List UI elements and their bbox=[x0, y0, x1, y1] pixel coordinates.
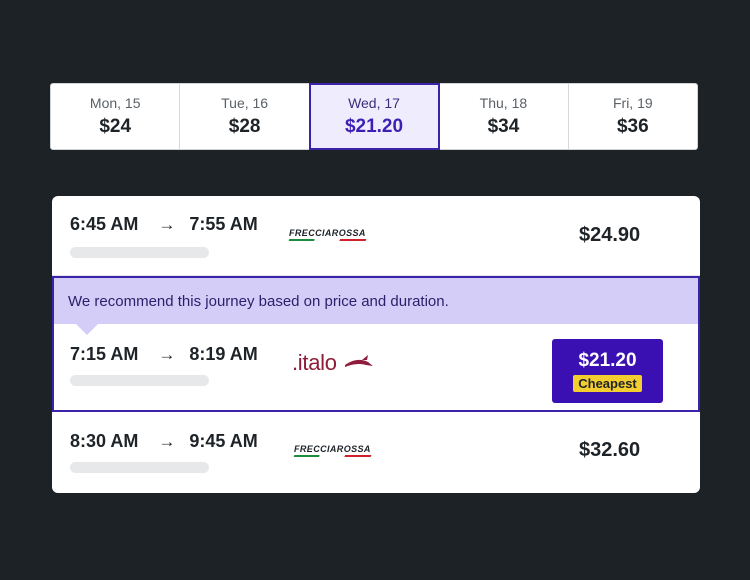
operator-name: FRECCIAROSSA bbox=[289, 228, 366, 238]
journey-times: 6:45 AM → 7:55 AM bbox=[70, 214, 258, 235]
depart-time: 8:30 AM bbox=[70, 431, 139, 451]
journey-price: $32.60 bbox=[579, 439, 641, 461]
arrow-right-icon: → bbox=[158, 214, 176, 234]
operator-name: .italo bbox=[292, 350, 337, 375]
skeleton-bar bbox=[70, 247, 209, 258]
date-price: $28 bbox=[228, 116, 261, 137]
date-tab-thu-18[interactable]: Thu, 18 $34 bbox=[439, 84, 569, 149]
date-price: $21.20 bbox=[344, 116, 404, 137]
date-label: Tue, 16 bbox=[221, 95, 269, 111]
italo-logo: .italo bbox=[292, 350, 373, 376]
date-label: Mon, 15 bbox=[89, 95, 141, 111]
banner-pointer bbox=[76, 324, 98, 335]
italo-hare-icon bbox=[345, 355, 373, 367]
operator-name: FRECCIAROSSA bbox=[294, 444, 371, 454]
date-label: Fri, 19 bbox=[612, 95, 653, 111]
journey-row[interactable]: 8:30 AM → 9:45 AM FRECCIAROSSA $32.60 bbox=[52, 411, 700, 493]
cheapest-badge: Cheapest bbox=[573, 375, 642, 392]
date-price: $24 bbox=[99, 116, 132, 137]
recommendation-banner: We recommend this journey based on price… bbox=[54, 278, 698, 324]
date-price: $36 bbox=[616, 116, 649, 137]
depart-time: 6:45 AM bbox=[70, 214, 139, 234]
depart-time: 7:15 AM bbox=[70, 344, 139, 364]
date-tab-fri-19[interactable]: Fri, 19 $36 bbox=[569, 84, 697, 149]
cheapest-price-button[interactable]: $21.20 Cheapest bbox=[552, 339, 663, 403]
date-tab-tue-16[interactable]: Tue, 16 $28 bbox=[180, 84, 310, 149]
arrive-time: 7:55 AM bbox=[189, 214, 258, 234]
arrive-time: 8:19 AM bbox=[189, 344, 258, 364]
date-tab-mon-15[interactable]: Mon, 15 $24 bbox=[51, 84, 181, 149]
journey-times: 7:15 AM → 8:19 AM bbox=[70, 344, 258, 365]
date-tab-wed-17[interactable]: Wed, 17 $21.20 bbox=[308, 83, 441, 150]
frecciarossa-stripe bbox=[288, 239, 367, 241]
journey-results: 6:45 AM → 7:55 AM FRECCIAROSSA $24.90 We… bbox=[52, 196, 700, 493]
date-label: Thu, 18 bbox=[479, 95, 528, 111]
arrive-time: 9:45 AM bbox=[189, 431, 258, 451]
journey-price: $21.20 bbox=[578, 350, 637, 371]
skeleton-bar bbox=[70, 375, 209, 386]
date-label: Wed, 17 bbox=[348, 95, 400, 111]
frecciarossa-logo: FRECCIAROSSA bbox=[293, 444, 372, 457]
frecciarossa-logo: FRECCIAROSSA bbox=[288, 228, 367, 241]
skeleton-bar bbox=[70, 462, 209, 473]
date-price: $34 bbox=[487, 116, 520, 137]
arrow-right-icon: → bbox=[158, 431, 176, 451]
journey-row[interactable]: 6:45 AM → 7:55 AM FRECCIAROSSA $24.90 bbox=[52, 196, 700, 276]
journey-times: 8:30 AM → 9:45 AM bbox=[70, 431, 258, 452]
arrow-right-icon: → bbox=[158, 344, 176, 364]
journey-price: $24.90 bbox=[579, 224, 641, 246]
date-selector: Mon, 15 $24 Tue, 16 $28 Wed, 17 $21.20 T… bbox=[50, 83, 698, 150]
frecciarossa-stripe bbox=[293, 455, 372, 457]
recommended-journey[interactable]: We recommend this journey based on price… bbox=[52, 276, 700, 412]
